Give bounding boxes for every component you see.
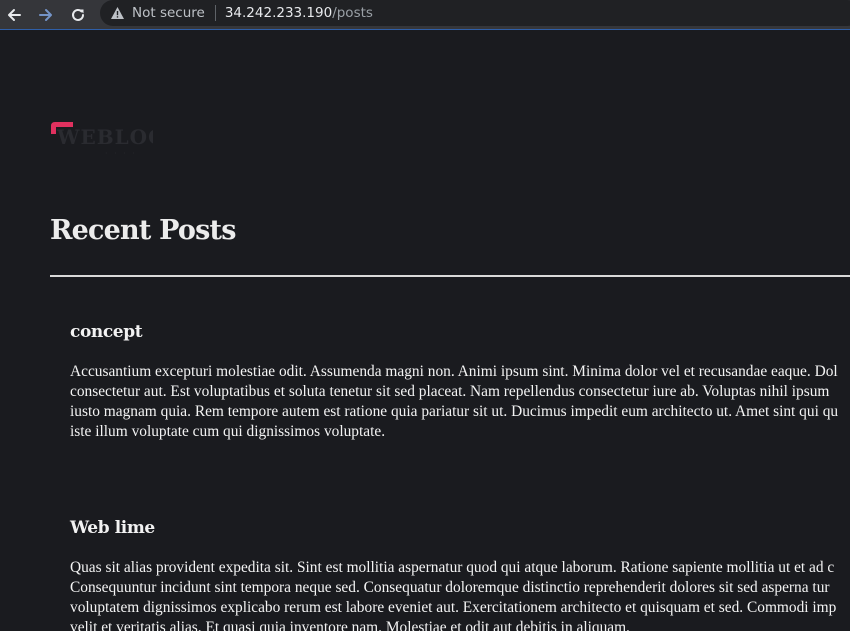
forward-button[interactable] — [33, 2, 59, 28]
post-excerpt-line: velit et veritatis alias. Et quasi quia … — [70, 619, 630, 631]
reload-button[interactable] — [65, 2, 91, 28]
url-path: /posts — [332, 5, 373, 21]
post-excerpt-line: iusto magnam quia. Rem tempore autem est… — [70, 403, 839, 420]
address-bar[interactable]: Not secure 34.242.233.190 /posts — [100, 0, 850, 26]
post-title[interactable]: concept — [70, 322, 850, 342]
page-title: Recent Posts — [50, 215, 236, 246]
page-content: WEBLOG · · · · Recent Posts concept Accu… — [0, 31, 850, 631]
post-item: concept Accusantium excepturi molestiae … — [70, 322, 850, 442]
post-excerpt-line: voluptatem dignissimos explicabo rerum e… — [70, 599, 837, 616]
address-separator — [214, 5, 216, 21]
back-button[interactable] — [1, 2, 27, 28]
reload-icon — [72, 8, 84, 21]
title-divider — [50, 275, 850, 277]
arrow-right-icon — [39, 8, 52, 21]
url-host: 34.242.233.190 — [224, 5, 333, 21]
svg-text:· · · ·: · · · · — [105, 149, 137, 158]
arrow-left-icon — [8, 8, 21, 21]
post-excerpt-line: Consequuntur incidunt sint tempora neque… — [70, 579, 830, 596]
site-logo[interactable]: WEBLOG · · · · — [49, 120, 165, 162]
post-excerpt-line: iste illum voluptate cum qui dignissimos… — [70, 423, 386, 440]
browser-toolbar: Not secure 34.242.233.190 /posts — [0, 0, 850, 30]
warning-icon[interactable] — [110, 6, 125, 20]
post-item: Web lime Quas sit alias provident expedi… — [70, 518, 850, 631]
post-title[interactable]: Web lime — [70, 518, 850, 538]
post-excerpt-line: Quas sit alias provident expedita sit. S… — [70, 559, 835, 576]
post-excerpt: Quas sit alias provident expedita sit. S… — [70, 558, 850, 631]
svg-text:WEBLOG: WEBLOG — [56, 125, 153, 149]
post-excerpt-line: consectetur aut. Est voluptatibus et sol… — [70, 383, 830, 400]
post-excerpt-line: Accusantium excepturi molestiae odit. As… — [70, 363, 838, 380]
security-status-label[interactable]: Not secure — [132, 5, 205, 21]
post-excerpt: Accusantium excepturi molestiae odit. As… — [70, 362, 850, 442]
